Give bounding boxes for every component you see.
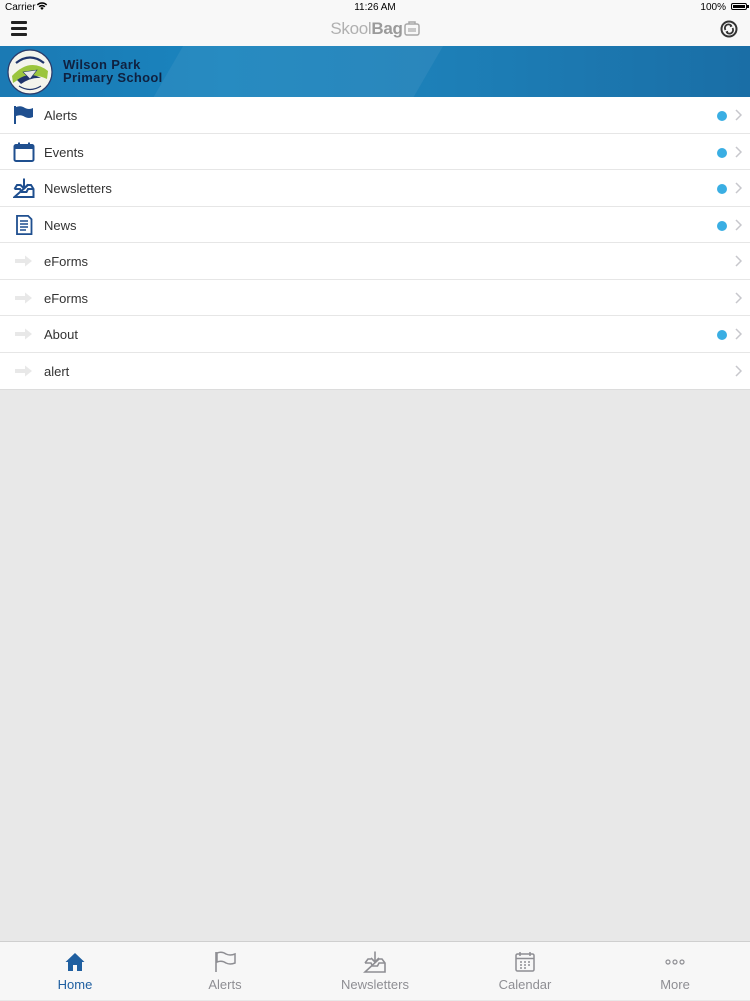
menu-item-news[interactable]: News (0, 207, 750, 243)
menu-item-label: Newsletters (44, 181, 112, 196)
chevron-right-icon (735, 218, 742, 231)
flag-icon (215, 951, 236, 972)
tab-calendar[interactable]: Calendar (450, 942, 600, 1001)
unread-badge (717, 184, 727, 194)
menu-item-eforms-2[interactable]: eForms (0, 280, 750, 316)
menu-item-label: News (44, 217, 77, 233)
battery-icon (731, 3, 749, 10)
sync-icon[interactable] (720, 20, 738, 38)
menu-item-label: alert (44, 363, 70, 379)
menu-item-events[interactable]: Events (0, 134, 750, 170)
nav-bar: SkoolBag (0, 14, 750, 47)
menu-item-about[interactable]: About (0, 316, 750, 353)
more-dots-icon (665, 959, 685, 965)
menu-item-newsletters[interactable]: Newsletters (0, 170, 750, 207)
menu-item-label: About (44, 327, 78, 342)
home-menu-list: Alerts Events Newsletters News eForms eF… (0, 97, 750, 389)
tab-label: More (660, 977, 690, 992)
menu-item-label: eForms (44, 254, 89, 269)
arrow-right-icon (15, 255, 32, 267)
unread-badge (717, 220, 727, 231)
chevron-right-icon (735, 109, 742, 121)
menu-item-label: Events (44, 144, 84, 160)
arrow-right-icon (15, 365, 32, 376)
document-icon (16, 214, 33, 235)
tab-alerts[interactable]: Alerts (150, 942, 300, 1001)
menu-item-alert[interactable]: alert (0, 353, 750, 390)
tab-newsletters[interactable]: Newsletters (300, 942, 450, 1001)
tab-label: Calendar (498, 977, 552, 992)
menu-item-label: Alerts (44, 108, 78, 123)
status-bar: Carrier 11:26 AM 100% (0, 0, 750, 14)
tab-home[interactable]: Home (0, 942, 150, 1001)
menu-item-label: eForms (44, 290, 89, 306)
chevron-right-icon (735, 145, 742, 158)
school-name-line2: Primary School (63, 70, 163, 85)
calendar-icon (515, 952, 535, 972)
arrow-right-icon (15, 292, 32, 303)
brand-light-text: Skool (330, 19, 372, 38)
chevron-right-icon (735, 328, 742, 340)
tab-label: Alerts (208, 977, 242, 992)
clock: 11:26 AM (354, 2, 396, 13)
home-icon (65, 953, 85, 971)
app-logo: SkoolBag (0, 19, 750, 39)
flag-icon (14, 106, 33, 124)
schoolbag-icon (403, 21, 420, 36)
inbox-download-icon (13, 178, 35, 198)
chevron-right-icon (735, 255, 742, 267)
chevron-right-icon (735, 182, 742, 194)
inbox-download-icon (363, 951, 386, 973)
battery-percent: 100% (700, 2, 726, 13)
tab-label: Newsletters (341, 977, 409, 992)
tab-bar: Home Alerts Newsletters Calendar More (0, 941, 750, 1000)
menu-item-eforms[interactable]: eForms (0, 243, 750, 280)
unread-badge (717, 111, 727, 121)
school-crest-icon (7, 49, 53, 95)
school-name: Wilson Park Primary School (63, 58, 163, 84)
tab-label: Home (57, 977, 93, 992)
brand-bold-text: Bag (371, 19, 403, 38)
chevron-right-icon (735, 291, 742, 304)
calendar-icon (13, 142, 35, 162)
school-banner: Wilson Park Primary School (0, 46, 750, 97)
tab-more[interactable]: More (600, 942, 750, 1001)
menu-item-alerts[interactable]: Alerts (0, 97, 750, 134)
arrow-right-icon (15, 328, 32, 340)
unread-badge (717, 147, 727, 158)
unread-badge (717, 330, 727, 340)
chevron-right-icon (735, 364, 742, 377)
